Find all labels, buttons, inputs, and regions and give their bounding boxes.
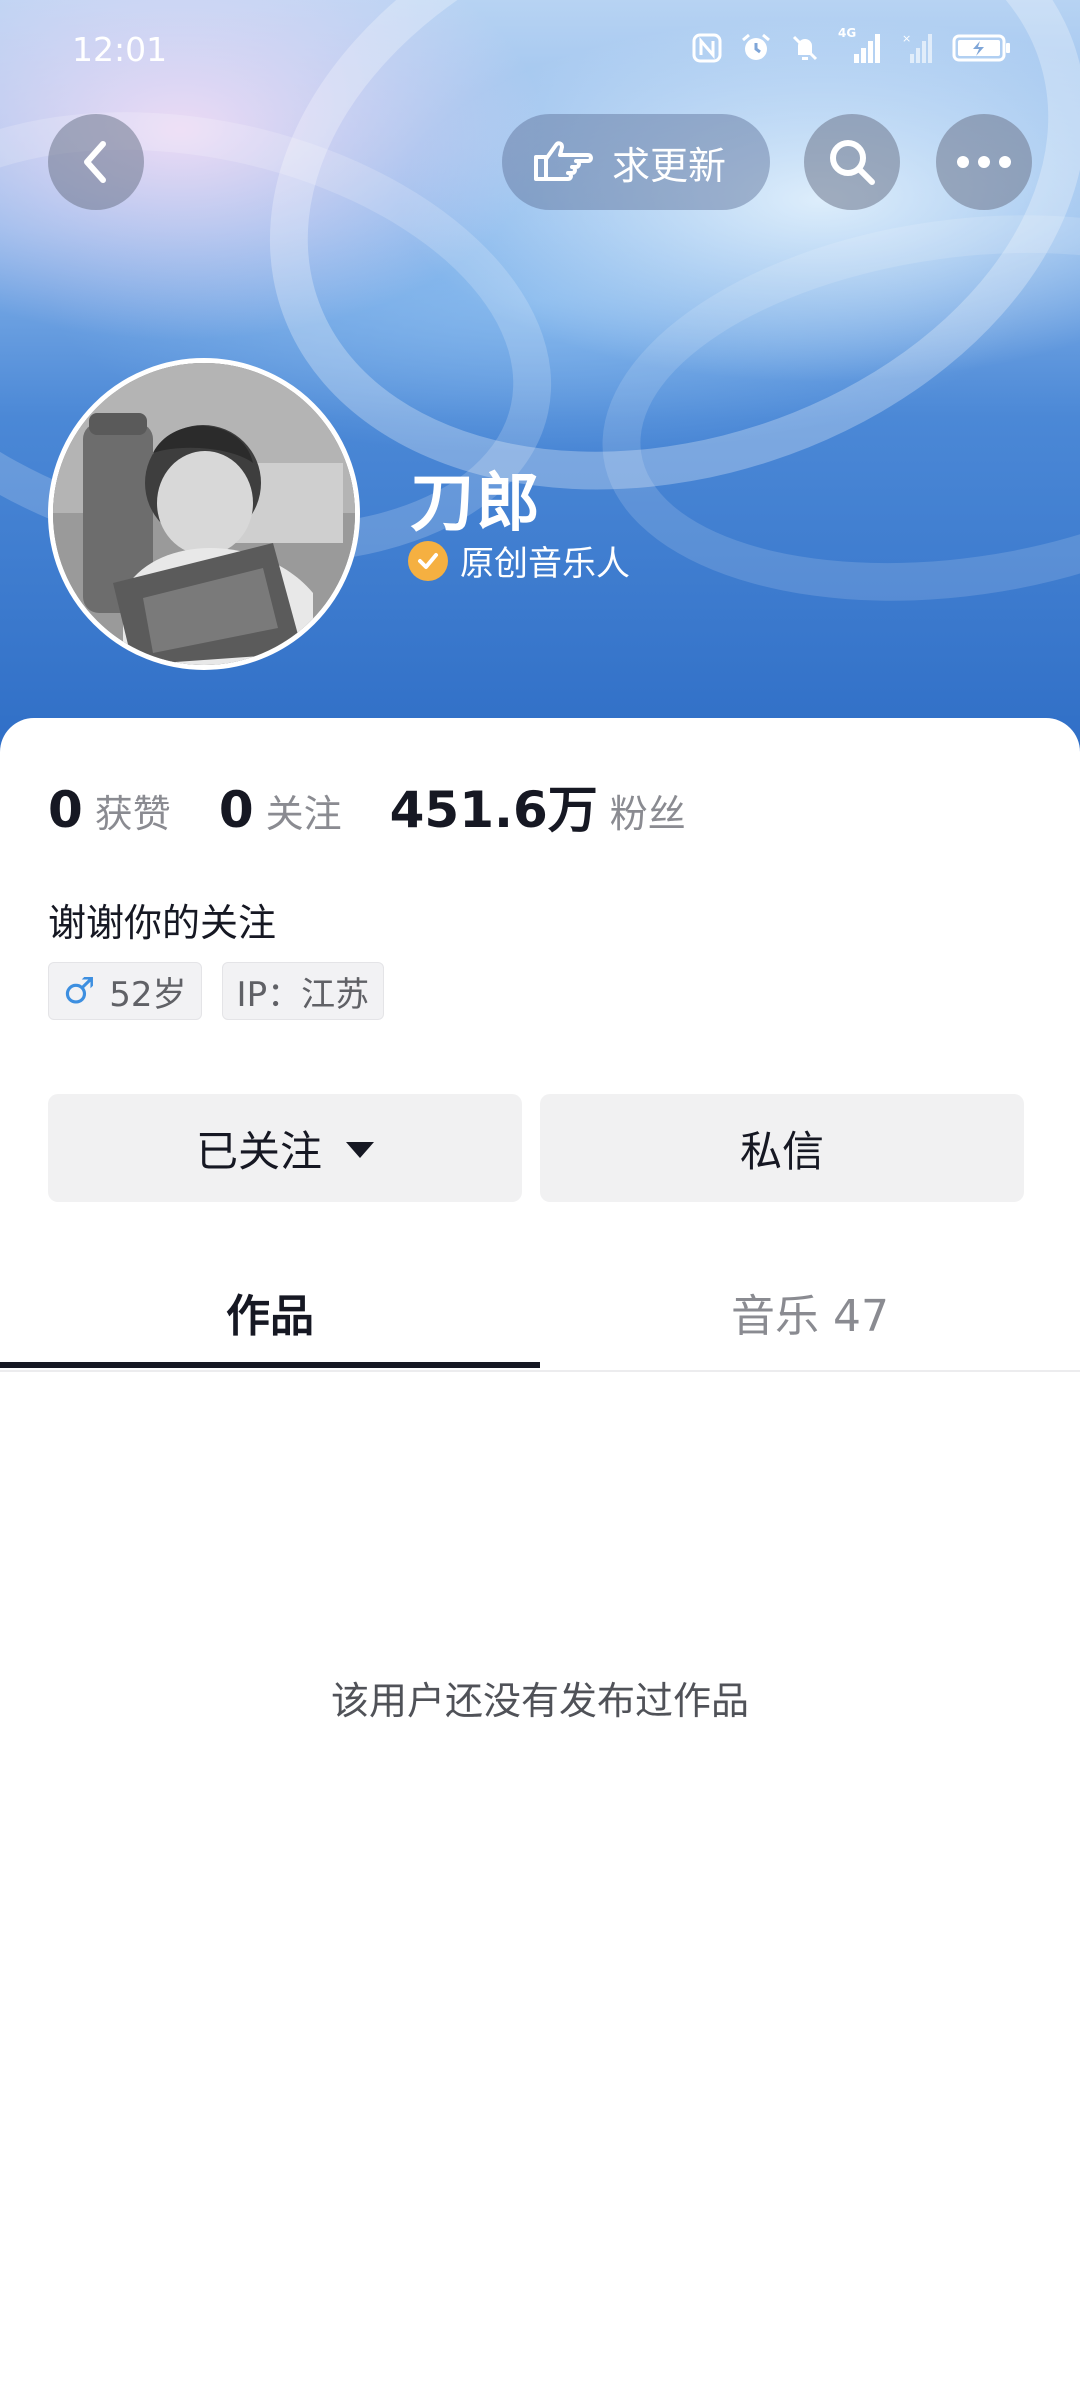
status-bar: 12:01 4G ×: [0, 0, 1080, 100]
stat-followers[interactable]: 451.6万 粉丝: [390, 770, 686, 842]
stat-label: 关注: [265, 792, 342, 836]
mute-icon: [792, 35, 818, 61]
tab-works[interactable]: 作品: [0, 1254, 540, 1370]
profile-name: 刀郎: [410, 467, 542, 541]
stat-value: 0: [48, 781, 83, 839]
pointing-hand-icon: [534, 141, 593, 181]
chevron-left-icon: [84, 141, 106, 183]
avatar[interactable]: [48, 358, 360, 670]
signal-4g-icon: 4G: [838, 26, 884, 64]
male-icon: ♂: [63, 970, 96, 1012]
network-label: 4G: [838, 26, 857, 40]
stat-value: 451.6万: [389, 781, 598, 839]
caret-down-icon: [346, 1142, 374, 1158]
tab-music[interactable]: 音乐 47: [540, 1254, 1080, 1370]
stat-likes[interactable]: 0 获赞: [48, 781, 171, 839]
stat-label: 获赞: [94, 792, 171, 836]
signal-icon: ×: [902, 32, 932, 63]
search-button[interactable]: [804, 114, 900, 210]
stat-label: 粉丝: [609, 792, 686, 836]
message-label: 私信: [739, 1126, 824, 1176]
active-tab-indicator: [0, 1362, 540, 1368]
profile-bio: 谢谢你的关注: [48, 901, 277, 945]
search-icon: [830, 140, 875, 185]
more-button[interactable]: [936, 114, 1032, 210]
alarm-icon: [742, 33, 770, 60]
verification-label: 原创音乐人: [460, 544, 630, 584]
followed-label: 已关注: [195, 1126, 322, 1176]
followed-button[interactable]: 已关注: [48, 1094, 522, 1202]
age-label: 52岁: [109, 974, 187, 1015]
stat-following[interactable]: 0 关注: [219, 781, 342, 839]
verified-check-icon: [408, 540, 448, 581]
status-icons: 4G ×: [692, 26, 1012, 64]
verification-badge: 原创音乐人: [408, 536, 630, 585]
tab-music-label: 音乐 47: [731, 1291, 889, 1342]
nfc-icon: [692, 33, 722, 63]
back-button[interactable]: [48, 114, 144, 210]
profile-stats: 0 获赞 0 关注 451.6万 粉丝: [48, 770, 734, 842]
avatar-photo: [53, 363, 355, 665]
age-tag: ♂ 52岁: [48, 962, 202, 1020]
profile-tags: ♂ 52岁 IP：江苏: [48, 962, 385, 1020]
more-horizontal-icon: [957, 156, 1011, 168]
message-button[interactable]: 私信: [540, 1094, 1024, 1202]
empty-state-message: 该用户还没有发布过作品: [330, 1679, 749, 1723]
ip-label: IP：江苏: [236, 974, 370, 1015]
content-tabs: 作品 音乐 47: [0, 1254, 1080, 1372]
request-update-button[interactable]: 求更新: [502, 114, 770, 210]
request-update-label: 求更新: [612, 143, 727, 188]
tab-works-label: 作品: [226, 1291, 314, 1342]
battery-charging-icon: [952, 34, 1010, 62]
status-time: 12:01: [72, 30, 168, 69]
ip-tag: IP：江苏: [221, 962, 385, 1020]
svg-text:×: ×: [902, 32, 911, 45]
stat-value: 0: [218, 781, 254, 839]
